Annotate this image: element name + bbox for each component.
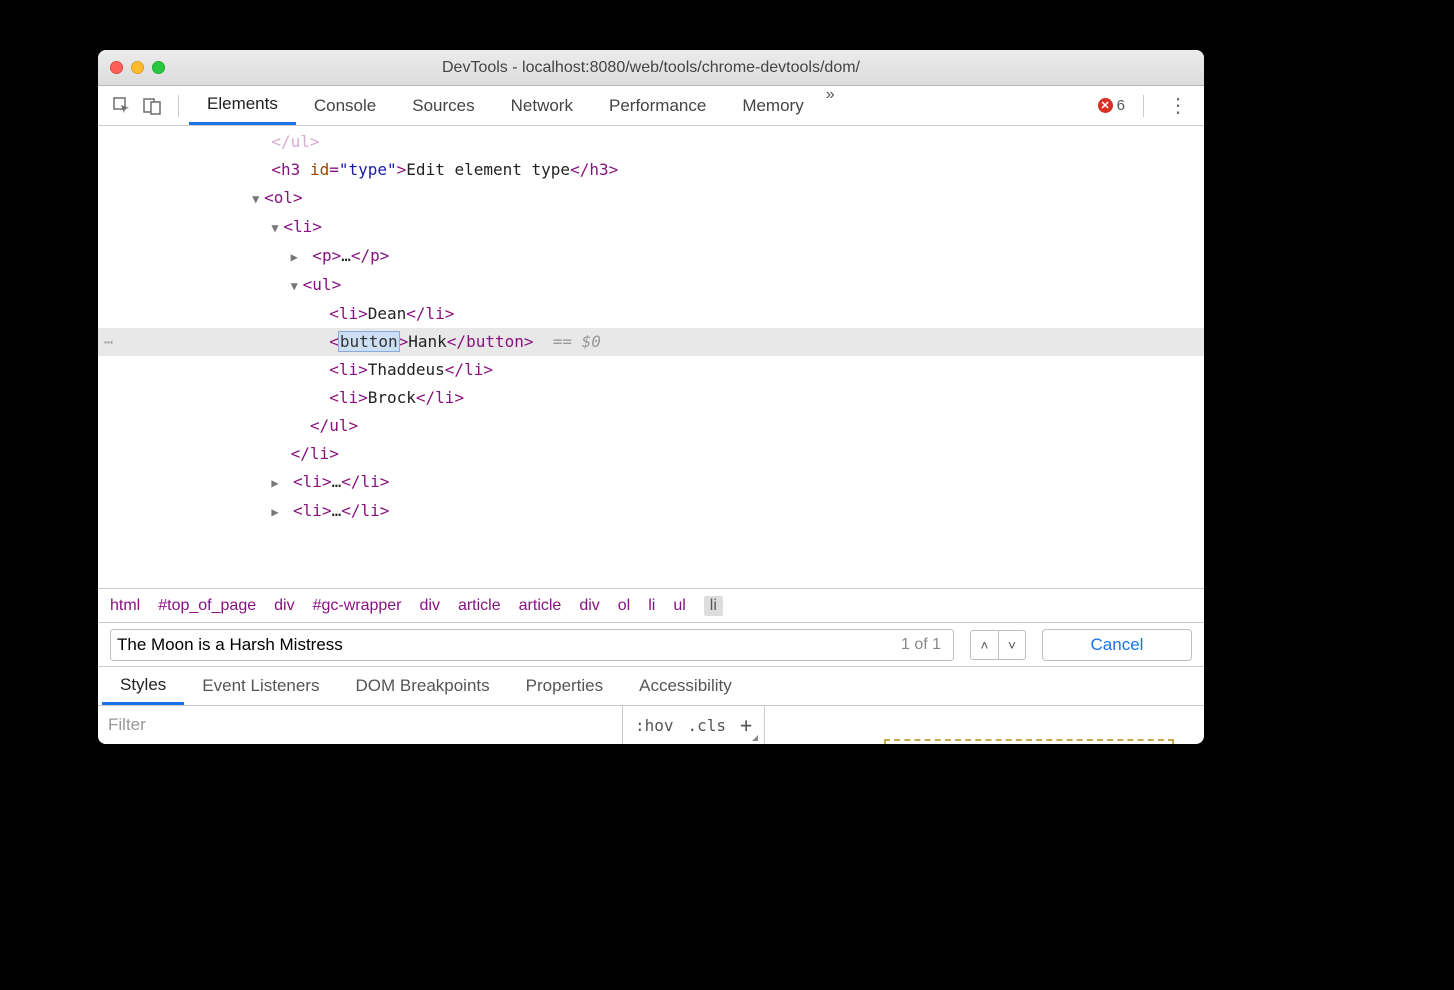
expand-arrow-icon[interactable]: ▶: [271, 498, 283, 526]
tab-sources[interactable]: Sources: [394, 86, 492, 125]
dom-node[interactable]: <ol>: [264, 188, 303, 207]
cancel-button[interactable]: Cancel: [1042, 629, 1192, 661]
cls-toggle[interactable]: .cls: [688, 716, 727, 735]
crumb-article2[interactable]: article: [519, 597, 562, 615]
subtab-dom-breakpoints[interactable]: DOM Breakpoints: [337, 667, 507, 705]
subtab-styles[interactable]: Styles: [102, 667, 184, 705]
error-icon: ✕: [1098, 98, 1113, 113]
dom-node[interactable]: <ul>: [303, 275, 342, 294]
selected-marker: == $0: [553, 332, 601, 351]
crumb-div2[interactable]: div: [420, 597, 440, 615]
search-count: 1 of 1: [895, 636, 947, 654]
titlebar: DevTools - localhost:8080/web/tools/chro…: [98, 50, 1204, 86]
box-model-fragment: [884, 739, 1174, 744]
dom-node[interactable]: </ul>: [310, 416, 358, 435]
tab-network[interactable]: Network: [493, 86, 591, 125]
error-count: 6: [1117, 97, 1125, 114]
dom-node[interactable]: </ul>: [271, 132, 319, 151]
dom-node[interactable]: <li>…</li>: [293, 472, 389, 491]
breadcrumb: html #top_of_page div #gc-wrapper div ar…: [98, 588, 1204, 622]
tab-elements[interactable]: Elements: [189, 86, 296, 125]
crumb-div3[interactable]: div: [579, 597, 599, 615]
tab-memory[interactable]: Memory: [724, 86, 821, 125]
crumb-top[interactable]: #top_of_page: [158, 597, 256, 615]
main-toolbar: Elements Console Sources Network Perform…: [98, 86, 1204, 126]
crumb-li[interactable]: li: [648, 597, 655, 615]
more-tabs-icon[interactable]: »: [822, 86, 839, 125]
subtab-properties[interactable]: Properties: [508, 667, 621, 705]
crumb-ul[interactable]: ul: [673, 597, 685, 615]
styles-filter-input[interactable]: [98, 706, 623, 744]
crumb-gc[interactable]: #gc-wrapper: [313, 597, 402, 615]
zoom-window-button[interactable]: [152, 61, 165, 74]
dom-node[interactable]: <li>Brock</li>: [329, 388, 464, 407]
dom-node[interactable]: <li>Thaddeus</li>: [329, 360, 493, 379]
styles-pane: [765, 706, 1204, 744]
window-title: DevTools - localhost:8080/web/tools/chro…: [98, 59, 1204, 77]
search-box: 1 of 1: [110, 629, 954, 661]
error-badge[interactable]: ✕ 6: [1098, 97, 1125, 114]
dom-node[interactable]: <p>…</p>: [312, 246, 389, 265]
device-toolbar-icon[interactable]: [138, 92, 166, 120]
panel-tabs: Elements Console Sources Network Perform…: [189, 86, 1098, 125]
search-prev-button[interactable]: ˄: [970, 630, 998, 660]
toolbar-separator: [1143, 95, 1144, 117]
tab-console[interactable]: Console: [296, 86, 394, 125]
crumb-div[interactable]: div: [274, 597, 294, 615]
devtools-window: DevTools - localhost:8080/web/tools/chro…: [98, 50, 1204, 744]
dom-node[interactable]: <li>…</li>: [293, 501, 389, 520]
settings-menu-icon[interactable]: ⋮: [1162, 93, 1194, 118]
ellipsis-icon[interactable]: ⋯: [104, 328, 113, 356]
subtab-event-listeners[interactable]: Event Listeners: [184, 667, 337, 705]
crumb-html[interactable]: html: [110, 597, 140, 615]
dom-node[interactable]: <li>: [283, 217, 322, 236]
expand-arrow-icon[interactable]: ▼: [271, 214, 283, 242]
close-window-button[interactable]: [110, 61, 123, 74]
inspect-element-icon[interactable]: [108, 92, 136, 120]
expand-arrow-icon[interactable]: ▶: [271, 469, 283, 497]
crumb-ol[interactable]: ol: [618, 597, 630, 615]
dom-node-selected[interactable]: ⋯ <button>Hank</button> == $0: [98, 328, 1204, 356]
hov-toggle[interactable]: :hov: [635, 716, 674, 735]
dom-tree[interactable]: </ul> <h3 id="type">Edit element type</h…: [98, 126, 1204, 588]
subtab-accessibility[interactable]: Accessibility: [621, 667, 750, 705]
styles-filter-bar: :hov .cls +: [98, 706, 1204, 744]
new-style-rule-button[interactable]: +: [740, 713, 752, 737]
crumb-article[interactable]: article: [458, 597, 501, 615]
styles-tabs: Styles Event Listeners DOM Breakpoints P…: [98, 666, 1204, 706]
search-bar: 1 of 1 ˄ ˅ Cancel: [98, 622, 1204, 666]
dom-node[interactable]: <h3 id="type">Edit element type</h3>: [271, 160, 618, 179]
expand-arrow-icon[interactable]: ▼: [252, 185, 264, 213]
expand-arrow-icon[interactable]: ▶: [291, 243, 303, 271]
crumb-li-selected[interactable]: li: [704, 596, 723, 616]
tag-name-edit[interactable]: button: [339, 332, 399, 351]
tab-performance[interactable]: Performance: [591, 86, 724, 125]
search-input[interactable]: [117, 635, 895, 655]
search-next-button[interactable]: ˅: [998, 630, 1026, 660]
traffic-lights: [110, 61, 165, 74]
dom-node[interactable]: <li>Dean</li>: [329, 304, 454, 323]
dom-node[interactable]: </li>: [291, 444, 339, 463]
minimize-window-button[interactable]: [131, 61, 144, 74]
expand-arrow-icon[interactable]: ▼: [291, 272, 303, 300]
toolbar-separator: [178, 95, 179, 117]
